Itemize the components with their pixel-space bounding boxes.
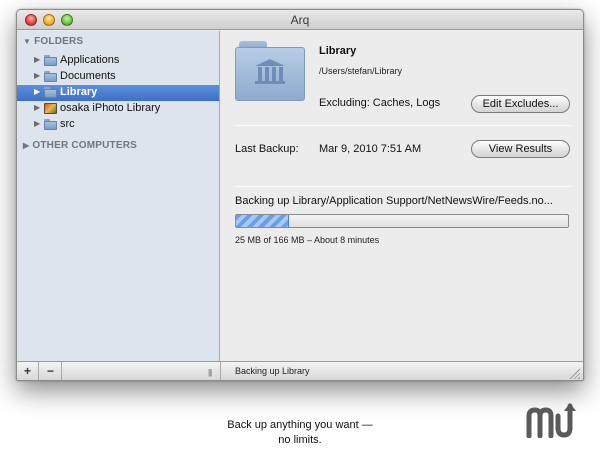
- iphoto-library-icon: [44, 103, 57, 114]
- arq-window: Arq ▼ FOLDERS ▶ Applications ▶ Documents …: [16, 9, 584, 381]
- library-folder-icon: [235, 41, 305, 103]
- folder-icon: [44, 119, 57, 130]
- disclosure-down-icon: ▼: [23, 37, 32, 46]
- other-computers-header[interactable]: ▶ OTHER COMPUTERS: [23, 140, 137, 151]
- sidebar-item-label: Applications: [60, 54, 120, 66]
- other-computers-header-label: OTHER COMPUTERS: [32, 140, 138, 151]
- sidebar-item-label: osaka iPhoto Library: [60, 102, 161, 114]
- view-results-button[interactable]: View Results: [471, 140, 570, 158]
- caption: Back up anything you want — no limits.: [200, 418, 400, 448]
- folder-name: Library: [319, 45, 357, 57]
- applications-folder-icon: [44, 55, 57, 66]
- folder-icon: [44, 87, 57, 98]
- progress-detail-text: 25 MB of 166 MB – About 8 minutes: [235, 235, 380, 245]
- sidebar-item-label: Library: [60, 86, 98, 98]
- edit-excludes-button[interactable]: Edit Excludes...: [471, 95, 570, 113]
- disclosure-right-icon[interactable]: ▶: [34, 71, 40, 80]
- title-bar[interactable]: Arq: [17, 10, 583, 30]
- disclosure-right-icon[interactable]: ▶: [34, 87, 40, 96]
- sidebar-item-label: Documents: [60, 70, 116, 82]
- screenshot-stage: Arq ▼ FOLDERS ▶ Applications ▶ Documents …: [0, 0, 600, 458]
- divider: [235, 125, 571, 126]
- sidebar-item-documents[interactable]: ▶ Documents: [17, 69, 219, 85]
- folder-icon: [44, 71, 57, 82]
- add-folder-button[interactable]: +: [17, 362, 39, 380]
- disclosure-right-icon[interactable]: ▶: [34, 55, 40, 64]
- sidebar-item-label: src: [60, 118, 75, 130]
- folder-path: /Users/stefan/Library: [319, 66, 403, 76]
- caption-line-1: Back up anything you want —: [227, 419, 373, 431]
- window-title: Arq: [290, 13, 310, 27]
- disclosure-right-icon[interactable]: ▶: [34, 103, 40, 112]
- folders-header[interactable]: ▼ FOLDERS: [23, 36, 83, 47]
- backup-progress-bar: [235, 214, 569, 228]
- last-backup-value: Mar 9, 2010 7:51 AM: [319, 143, 422, 155]
- progress-status-text: Backing up Library/Application Support/N…: [235, 195, 553, 207]
- split-resize-handle[interactable]: |||: [208, 368, 212, 377]
- sidebar-item-src[interactable]: ▶ src: [17, 117, 219, 133]
- window-resize-grip[interactable]: [569, 368, 580, 379]
- sidebar-item-library[interactable]: ▶ Library: [17, 85, 219, 101]
- divider: [220, 362, 221, 380]
- divider: [235, 186, 571, 187]
- bottom-bar: + − ||| Backing up Library: [17, 361, 583, 380]
- caption-line-2: no limits.: [278, 434, 322, 446]
- backup-progress-fill: [236, 215, 290, 227]
- disclosure-right-icon[interactable]: ▶: [34, 119, 40, 128]
- excludes-summary: Excluding: Caches, Logs: [319, 97, 441, 109]
- sidebar: ▼ FOLDERS ▶ Applications ▶ Documents ▶ Li…: [17, 31, 220, 361]
- sidebar-item-osaka-iphoto-library[interactable]: ▶ osaka iPhoto Library: [17, 101, 219, 117]
- disclosure-right-icon: ▶: [23, 141, 30, 150]
- folders-header-label: FOLDERS: [34, 36, 84, 47]
- sidebar-item-applications[interactable]: ▶ Applications: [17, 53, 219, 69]
- macupdate-logo-icon: [526, 403, 576, 438]
- detail-pane: Library /Users/stefan/Library Excluding:…: [221, 31, 583, 361]
- last-backup-label: Last Backup:: [235, 143, 299, 155]
- remove-folder-button[interactable]: −: [40, 362, 62, 380]
- status-text: Backing up Library: [235, 366, 310, 376]
